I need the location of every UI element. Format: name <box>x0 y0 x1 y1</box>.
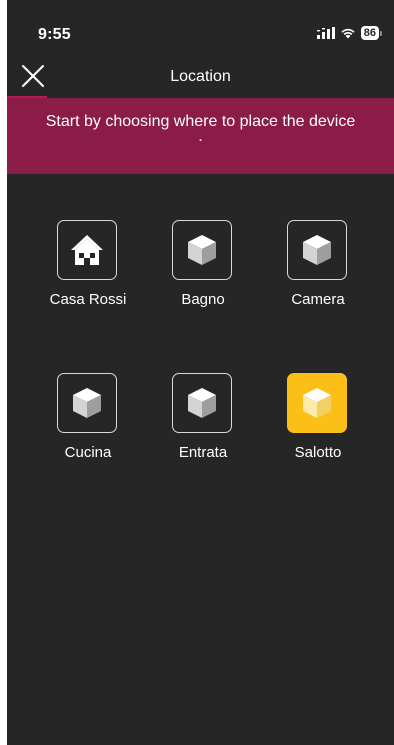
wifi-icon <box>341 28 355 39</box>
status-bar: 9:55 86 <box>7 0 394 54</box>
room-cucina[interactable]: Cucina <box>38 373 138 473</box>
cube-icon <box>303 388 331 418</box>
room-label: Bagno <box>181 291 225 308</box>
room-label: Cucina <box>64 444 112 461</box>
battery-level: 86 <box>360 26 379 40</box>
room-salotto[interactable]: Salotto <box>268 373 368 473</box>
battery-tip <box>380 30 382 36</box>
room-icon-box <box>172 373 232 433</box>
screen: 9:55 86 Location Start by choosing where… <box>7 0 394 745</box>
status-time: 9:55 <box>38 26 71 43</box>
header: Location <box>7 54 394 98</box>
page-title: Location <box>170 68 231 85</box>
bottom-area <box>7 718 394 745</box>
banner-dot: . <box>198 128 203 145</box>
room-camera[interactable]: Camera <box>268 220 368 320</box>
room-label: Camera <box>291 291 345 308</box>
battery-icon: 86 <box>360 26 382 40</box>
room-label: Entrata <box>178 444 228 461</box>
room-label: Casa Rossi <box>49 291 127 308</box>
room-icon-box <box>287 220 347 280</box>
room-icon-box <box>57 220 117 280</box>
room-bagno[interactable]: Bagno <box>153 220 253 320</box>
room-entrata[interactable]: Entrata <box>153 373 253 473</box>
status-icons: 86 <box>316 26 382 40</box>
instruction-banner: Start by choosing where to place the dev… <box>7 98 394 174</box>
house-icon <box>71 235 103 265</box>
banner-text: Start by choosing where to place the dev… <box>45 113 356 130</box>
cube-icon <box>303 235 331 265</box>
room-icon-box <box>57 373 117 433</box>
room-icon-box <box>172 220 232 280</box>
cube-icon <box>73 388 101 418</box>
room-casa-rossi[interactable]: Casa Rossi <box>38 220 138 320</box>
cube-icon <box>188 235 216 265</box>
room-icon-box <box>287 373 347 433</box>
signal-icon <box>316 27 335 39</box>
room-label: Salotto <box>294 444 342 461</box>
cube-icon <box>188 388 216 418</box>
